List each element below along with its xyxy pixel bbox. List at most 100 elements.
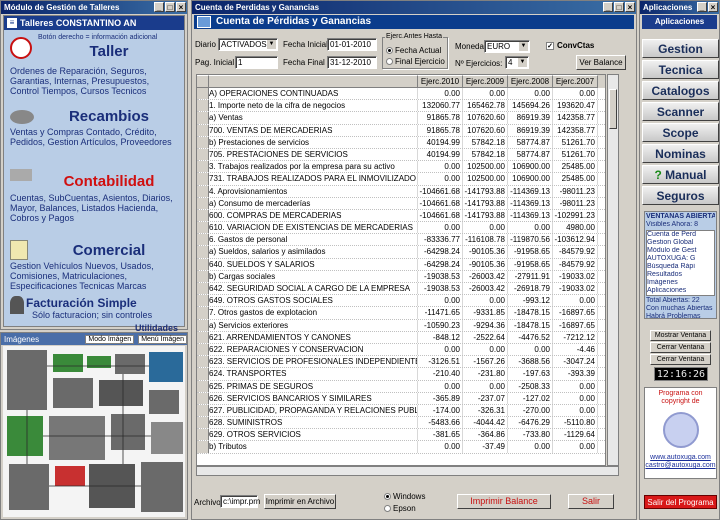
close-button[interactable]: × bbox=[625, 2, 635, 12]
table-row[interactable]: 624. TRANSPORTES -210.40 -231.80 -197.63 -39… bbox=[197, 368, 605, 381]
left-panel-titlebar[interactable]: Módulo de Gestión de Talleres _ □ × bbox=[1, 1, 187, 14]
section-title[interactable]: Taller bbox=[38, 43, 180, 60]
minimize-button[interactable]: _ bbox=[154, 2, 164, 12]
table-row[interactable]: A) OPERACIONES CONTINUADAS 0.00 0.00 0.00 0.… bbox=[197, 88, 605, 101]
table-row[interactable]: 629. OTROS SERVICIOS -381.65 -364.86 -733.8… bbox=[197, 429, 605, 442]
col-header[interactable]: Ejerc.2008 bbox=[508, 75, 553, 88]
epson-radio[interactable]: Epson bbox=[384, 504, 416, 513]
col-header[interactable]: Ejerc.2007 bbox=[553, 75, 598, 88]
list-item[interactable]: AUTOXUGA: G bbox=[647, 255, 714, 263]
table-row[interactable]: a) Sueldos, salarios y asimilados -64298.… bbox=[197, 246, 605, 259]
table-row[interactable]: a) Servicios exteriores -10590.23 -9294.36… bbox=[197, 319, 605, 332]
col-header[interactable]: Ejerc.2009 bbox=[463, 75, 508, 88]
num-ejercicios-select[interactable]: 4 ▼ bbox=[505, 56, 529, 69]
pag-inicial-input[interactable]: 1 bbox=[235, 56, 278, 69]
section-title[interactable]: Contabilidad bbox=[38, 173, 180, 190]
nav-catalogos-button[interactable]: Catalogos bbox=[642, 81, 719, 100]
windows-radio[interactable]: Windows bbox=[384, 492, 425, 501]
table-row[interactable]: 4. Aprovisionamientos -104661.68 -141793.8… bbox=[197, 185, 605, 198]
email-link[interactable]: castro@autoxuga.com bbox=[645, 462, 716, 470]
section-contabilidad[interactable]: Contabilidad Cuentas, SubCuentas, Asient… bbox=[10, 167, 180, 233]
table-row[interactable]: 3. Trabajos realizados por la empresa pa… bbox=[197, 161, 605, 174]
chevron-down-icon[interactable]: ▼ bbox=[519, 42, 528, 51]
table-row[interactable]: 700. VENTAS DE MERCADERIAS 91865.78 107620… bbox=[197, 124, 605, 137]
images-titlebar[interactable]: Imágenes Modo Imágen Menú Imágen bbox=[1, 333, 187, 345]
balance-titlebar[interactable]: Cuenta de Perdidas y Ganancias _ □ × bbox=[192, 1, 636, 14]
horizontal-scrollbar[interactable] bbox=[196, 466, 619, 476]
nav-manual-button[interactable]: ? Manual bbox=[642, 165, 719, 184]
vertical-scrollbar[interactable] bbox=[607, 74, 619, 466]
table-row[interactable]: a) Consumo de mercaderías -104661.68 -1417… bbox=[197, 197, 605, 210]
fecha-final-input[interactable]: 31-12-2010 bbox=[327, 56, 377, 69]
table-row[interactable]: 622. REPARACIONES Y CONSERVACION 0.00 0.00… bbox=[197, 343, 605, 357]
chevron-down-icon[interactable]: ▼ bbox=[518, 58, 527, 67]
archivo-input[interactable]: c:\impr.prn bbox=[220, 495, 260, 508]
convctas-checkbox[interactable]: ✓ ConvCtas bbox=[546, 41, 594, 50]
table-row[interactable]: 621. ARRENDAMIENTOS Y CANONES -848.12 -252… bbox=[197, 331, 605, 344]
list-item[interactable]: Aplicaciones bbox=[647, 287, 714, 295]
engine-diagram-image[interactable] bbox=[3, 346, 185, 517]
nav-seguros-button[interactable]: Seguros bbox=[642, 186, 719, 205]
website-link[interactable]: www.autoxuga.com bbox=[645, 454, 716, 462]
list-item[interactable]: Imágenes bbox=[647, 279, 714, 287]
cerrar-ventana-button-2[interactable]: Cerrar Ventana bbox=[650, 354, 711, 365]
imprimir-archivo-button[interactable]: Imprimir en Archivo bbox=[264, 494, 336, 509]
mostrar-ventana-button[interactable]: Mostrar Ventana bbox=[650, 330, 711, 341]
balance-table[interactable]: Ejerc.2010 Ejerc.2009 Ejerc.2008 Ejerc.2… bbox=[196, 74, 606, 466]
nav-scanner-button[interactable]: Scanner bbox=[642, 102, 719, 121]
maximize-button[interactable]: □ bbox=[614, 2, 624, 12]
maximize-button[interactable]: □ bbox=[165, 2, 175, 12]
nav-tecnica-button[interactable]: Tecnica bbox=[642, 60, 719, 79]
table-row[interactable]: 705. PRESTACIONES DE SERVICIOS 40194.99 57… bbox=[197, 148, 605, 162]
menu-icon[interactable]: ≡ bbox=[7, 18, 17, 28]
nav-nominas-button[interactable]: Nominas bbox=[642, 144, 719, 163]
cerrar-ventana-button[interactable]: Cerrar Ventana bbox=[650, 342, 711, 353]
fecha-actual-radio[interactable]: Fecha Actual bbox=[386, 46, 441, 55]
facturacion-title[interactable]: Facturación Simple bbox=[26, 296, 137, 310]
table-row[interactable]: b) Prestaciones de servicios 40194.99 5784… bbox=[197, 136, 605, 149]
close-button[interactable]: × bbox=[176, 2, 186, 12]
table-row[interactable]: b) Cargas sociales -19038.53 -26003.42 -279… bbox=[197, 270, 605, 283]
table-row[interactable]: a) Ventas 91865.78 107620.60 86919.39 142358… bbox=[197, 112, 605, 125]
final-ejercicio-radio[interactable]: Final Ejercicio bbox=[386, 57, 445, 66]
table-row[interactable]: 628. SUMINISTROS -5483.66 -4044.42 -6476.29… bbox=[197, 417, 605, 430]
section-title[interactable]: Recambios bbox=[38, 108, 180, 125]
table-row[interactable]: 625. PRIMAS DE SEGUROS 0.00 0.00 -2508.33 0.… bbox=[197, 380, 605, 393]
table-row[interactable]: 626. SERVICIOS BANCARIOS Y SIMILARES -365… bbox=[197, 392, 605, 405]
image-mode-select[interactable]: Modo Imágen bbox=[85, 334, 135, 344]
table-row[interactable]: 610. VARIACION DE EXISTENCIAS DE MERCADE… bbox=[197, 222, 605, 235]
open-windows-list[interactable]: Cuenta de Perd Gestion Global Módulo de … bbox=[646, 230, 715, 296]
nav-gestion-button[interactable]: Gestion bbox=[642, 39, 719, 58]
moneda-select[interactable]: EURO ▼ bbox=[484, 40, 530, 53]
list-item[interactable]: Gestion Global bbox=[647, 239, 714, 247]
list-item[interactable]: Módulo de Gest bbox=[647, 247, 714, 255]
section-title[interactable]: Comercial bbox=[38, 242, 180, 259]
salir-programa-button[interactable]: Salir del Programa bbox=[644, 495, 717, 509]
table-row[interactable]: 600. COMPRAS DE MERCADERIAS -104661.68 -14… bbox=[197, 209, 605, 223]
fecha-inicial-input[interactable]: 01-01-2010 bbox=[327, 38, 377, 51]
table-row[interactable]: 642. SEGURIDAD SOCIAL A CARGO DE LA EMPR… bbox=[197, 283, 605, 296]
list-item[interactable]: Búsqueda Rápi bbox=[647, 263, 714, 271]
close-button[interactable]: × bbox=[708, 2, 718, 12]
table-row[interactable]: 627. PUBLICIDAD, PROPAGANDA Y RELACIONES… bbox=[197, 404, 605, 418]
table-row[interactable]: 731. TRABAJOS REALIZADOS PARA EL INMOVIL… bbox=[197, 173, 605, 186]
ver-balance-button[interactable]: Ver Balance bbox=[576, 55, 626, 70]
list-item[interactable]: Resultados bbox=[647, 271, 714, 279]
table-row[interactable]: 623. SERVICIOS DE PROFESIONALES INDEPEND… bbox=[197, 356, 605, 369]
diario-select[interactable]: ACTIVADOS ▼ bbox=[218, 38, 278, 51]
table-row[interactable]: 1. Importe neto de la cifra de negocios 1… bbox=[197, 100, 605, 113]
table-row[interactable]: 649. OTROS GASTOS SOCIALES 0.00 0.00 -993.1… bbox=[197, 295, 605, 308]
table-row[interactable]: 7. Otros gastos de explotacion -11471.65-… bbox=[197, 307, 605, 320]
scroll-thumb[interactable] bbox=[609, 89, 617, 129]
section-recambios[interactable]: Recambios Ventas y Compras Contado, Créd… bbox=[10, 106, 180, 166]
col-header[interactable]: Ejerc.2010 bbox=[418, 75, 463, 88]
section-comercial[interactable]: Comercial Gestion Vehículos Nuevos, Usad… bbox=[10, 238, 180, 296]
section-facturacion[interactable]: Facturación Simple Sólo facturacion; sin… bbox=[10, 296, 180, 326]
minimize-button[interactable]: _ bbox=[603, 2, 613, 12]
table-row[interactable]: 6. Gastos de personal -83336.77 -116108.78… bbox=[197, 234, 605, 247]
nav-scope-button[interactable]: Scope bbox=[642, 123, 719, 142]
imprimir-balance-button[interactable]: Imprimir Balance bbox=[457, 494, 551, 509]
table-row[interactable]: 640. SUELDOS Y SALARIOS -64298.24 -90105.3… bbox=[197, 258, 605, 271]
image-menu-select[interactable]: Menú Imágen bbox=[138, 334, 187, 344]
applications-titlebar[interactable]: Aplicaciones _ × bbox=[640, 1, 719, 14]
